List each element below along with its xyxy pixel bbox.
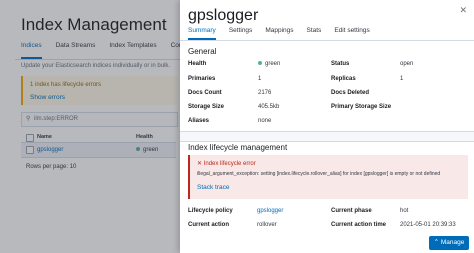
health-value: green xyxy=(258,61,280,67)
current-action-label: Current action xyxy=(188,222,230,228)
primary-storage-size-label: Primary Storage Size xyxy=(331,104,392,110)
tab-edit-settings[interactable]: Edit settings xyxy=(334,26,369,39)
aliases-label: Aliases xyxy=(188,118,210,124)
tab-mappings[interactable]: Mappings xyxy=(265,26,293,39)
aliases-value: none xyxy=(258,118,272,124)
current-phase-value: hot xyxy=(400,208,409,214)
replicas-value: 1 xyxy=(400,76,404,82)
docs-deleted-label: Docs Deleted xyxy=(331,90,370,96)
close-icon[interactable]: ✕ xyxy=(459,5,467,16)
primaries-value: 1 xyxy=(258,76,262,82)
flyout-title: gpslogger xyxy=(188,7,259,24)
current-action-time-value: 2021-05-01 20:39:33 xyxy=(400,222,456,228)
chevron-up-icon: ⌃ xyxy=(433,239,440,246)
primaries-label: Primaries xyxy=(188,76,216,82)
lifecycle-error-detail: illegal_argument_exception: setting [ind… xyxy=(197,171,441,177)
flyout-tabs-divider xyxy=(180,40,474,41)
ilm-heading: Index lifecycle management xyxy=(188,143,288,152)
index-details-flyout: gpslogger ✕ Summary Settings Mappings St… xyxy=(180,0,474,253)
tab-stats[interactable]: Stats xyxy=(307,26,322,39)
error-title-text: Index lifecycle error xyxy=(203,161,256,167)
health-dot-icon xyxy=(258,61,262,66)
current-phase-label: Current phase xyxy=(331,208,372,214)
current-action-value: rollover xyxy=(257,222,277,228)
section-divider xyxy=(180,131,474,142)
replicas-label: Replicas xyxy=(331,76,356,82)
docs-count-value: 2176 xyxy=(258,90,272,96)
storage-size-label: Storage Size xyxy=(188,104,225,110)
stack-trace-button[interactable]: Stack trace xyxy=(197,184,230,191)
manage-button-label: Manage xyxy=(440,239,465,246)
health-label: Health xyxy=(188,61,207,67)
error-icon: ✕ xyxy=(197,161,203,167)
lifecycle-policy-label: Lifecycle policy xyxy=(188,208,233,214)
lifecycle-error-callout: ✕ Index lifecycle error illegal_argument… xyxy=(188,155,468,199)
current-action-time-label: Current action time xyxy=(331,222,387,228)
health-text: green xyxy=(265,61,281,67)
storage-size-value: 405.5kb xyxy=(258,104,280,110)
status-label: Status xyxy=(331,61,350,67)
lifecycle-error-title: ✕ Index lifecycle error xyxy=(197,160,256,167)
flyout-tabs: Summary Settings Mappings Stats Edit set… xyxy=(188,26,383,40)
docs-count-label: Docs Count xyxy=(188,90,222,96)
manage-button[interactable]: ⌃ Manage xyxy=(429,236,469,250)
tab-settings[interactable]: Settings xyxy=(229,26,253,39)
general-heading: General xyxy=(188,47,217,56)
status-value: open xyxy=(400,61,414,67)
lifecycle-policy-link[interactable]: gpslogger xyxy=(257,208,283,214)
tab-summary[interactable]: Summary xyxy=(188,26,216,40)
